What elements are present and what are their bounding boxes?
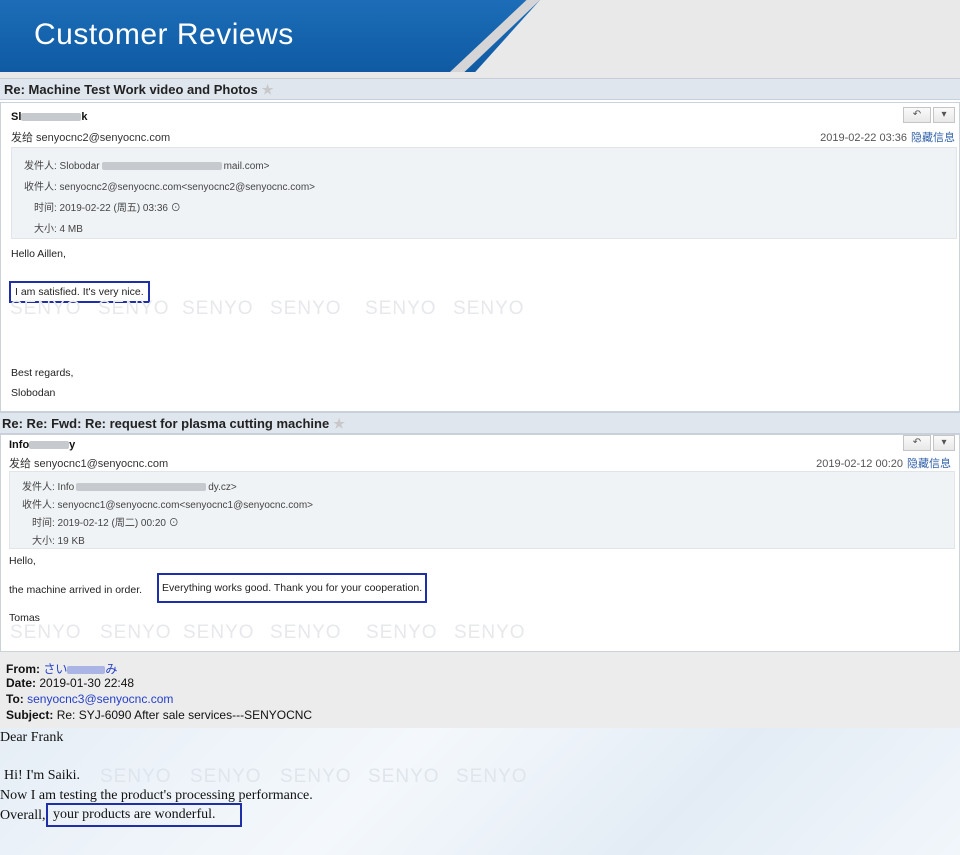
email3-highlight-box: your products are wonderful. — [46, 803, 242, 827]
email2-date: 2019-02-12 00:20 — [816, 458, 903, 470]
email3-line1: Hi! I'm Saiki. — [4, 768, 81, 783]
watermark: SENYO — [270, 622, 342, 643]
watermark: SENYO — [100, 622, 172, 643]
email2-greeting: Hello, — [9, 555, 36, 567]
email3-line2: Now I am testing the product's processin… — [0, 788, 313, 803]
email2-meta-from: 发件人: Info dy.cz> — [22, 482, 237, 493]
email1-signature: Slobodan — [11, 387, 56, 399]
watermark: SENYO — [366, 622, 438, 643]
email1-closing: Best regards, — [11, 367, 74, 379]
email2-meta-to: 收件人: senyocnc1@senyocnc.com<senyocnc1@se… — [22, 500, 313, 511]
email3-header: From: さいみ Date: 2019-01-30 22:48 To: sen… — [0, 652, 960, 728]
watermark: SENYO — [100, 766, 172, 787]
more-icon[interactable]: ▾ — [933, 435, 955, 451]
email3-line3: Overall, — [0, 808, 46, 823]
email3-body: SENYO SENYO SENYO SENYO SENYO Dear Frank… — [0, 728, 960, 855]
email1-meta-from: 发件人: Slobodar mail.com> — [24, 161, 270, 172]
watermark: SENYO — [456, 766, 528, 787]
email2-subject-bar[interactable]: Re: Re: Fwd: Re: request for plasma cutt… — [0, 412, 960, 434]
email2-line: the machine arrived in order. — [9, 584, 143, 596]
clock-icon: ⊙ — [168, 518, 179, 529]
watermark: SENYO — [183, 622, 255, 643]
email1-subject-bar[interactable]: Re: Machine Test Work video and Photos ★ — [0, 78, 960, 100]
email2-meta: 发件人: Info dy.cz> 收件人: senyocnc1@senyocnc.… — [9, 471, 955, 549]
email1-meta-to: 收件人: senyocnc2@senyocnc.com<senyocnc2@se… — [24, 182, 315, 193]
email3-to: To: senyocnc3@senyocnc.com — [6, 692, 174, 706]
email1-subject: Re: Machine Test Work video and Photos ★ — [4, 82, 274, 97]
star-icon[interactable]: ★ — [262, 82, 274, 97]
email1-panel: Sl k 发给 senyocnc2@senyocnc.com ↶ ▾ 2019-0… — [0, 102, 960, 412]
watermark: SENYO — [10, 622, 82, 643]
watermark: SENYO — [98, 298, 170, 319]
watermark: SENYO — [280, 766, 352, 787]
reply-icon[interactable]: ↶ — [903, 435, 931, 451]
email3-greeting: Dear Frank — [0, 730, 64, 745]
email1-date-row: 2019-02-22 03:36 隐藏信息 — [820, 129, 955, 145]
watermark: SENYO — [10, 298, 82, 319]
watermark: SENYO — [190, 766, 262, 787]
email1-from-line: 发给 senyocnc2@senyocnc.com — [11, 132, 171, 144]
email3-date: Date: 2019-01-30 22:48 — [6, 676, 135, 690]
watermark: SENYO — [368, 766, 440, 787]
email3-highlight: your products are wonderful. — [53, 807, 216, 822]
email2-meta-time: 时间: 2019-02-12 (周二) 00:20 ⊙ — [32, 518, 179, 529]
email3-to-link[interactable]: senyocnc3@senyocnc.com — [27, 692, 173, 706]
reply-icon[interactable]: ↶ — [903, 107, 931, 123]
email1-actions: ↶ ▾ — [903, 107, 955, 123]
email2-from-line: 发给 senyocnc1@senyocnc.com — [9, 458, 169, 470]
email1-sender[interactable]: Sl k — [11, 111, 88, 123]
clock-icon: ⊙ — [170, 203, 181, 214]
watermark: SENYO — [453, 298, 525, 319]
watermark: SENYO — [182, 298, 254, 319]
email1-meta-size: 大小: 4 MB — [34, 224, 83, 235]
email3-from: From: さいみ — [6, 662, 118, 676]
email2-date-row: 2019-02-12 00:20 隐藏信息 — [816, 455, 951, 471]
email1-meta-time: 时间: 2019-02-22 (周五) 03:36 ⊙ — [34, 203, 181, 214]
email1-greeting: Hello Aillen, — [11, 248, 66, 260]
more-icon[interactable]: ▾ — [933, 107, 955, 123]
email2-subject: Re: Re: Fwd: Re: request for plasma cutt… — [2, 416, 345, 431]
hide-details-link[interactable]: 隐藏信息 — [907, 458, 951, 470]
email3-subject: Subject: Re: SYJ-6090 After sale service… — [6, 708, 313, 722]
email1-date: 2019-02-22 03:36 — [820, 132, 907, 144]
email2-panel: Info y 发给 senyocnc1@senyocnc.com ↶ ▾ 2019… — [0, 434, 960, 652]
email2-highlight: Everything works good. Thank you for you… — [157, 573, 428, 603]
watermark: SENYO — [365, 298, 437, 319]
hide-details-link[interactable]: 隐藏信息 — [911, 132, 955, 144]
email2-sender[interactable]: Info y — [9, 439, 75, 451]
email2-meta-size: 大小: 19 KB — [32, 536, 85, 547]
email1-meta: 发件人: Slobodar mail.com> 收件人: senyocnc2@se… — [11, 147, 957, 239]
watermark: SENYO — [270, 298, 342, 319]
header-banner: Customer Reviews — [0, 0, 960, 78]
email2-actions: ↶ ▾ — [903, 435, 955, 451]
star-icon[interactable]: ★ — [333, 416, 345, 431]
watermark: SENYO — [454, 622, 526, 643]
page-title: Customer Reviews — [34, 18, 294, 51]
